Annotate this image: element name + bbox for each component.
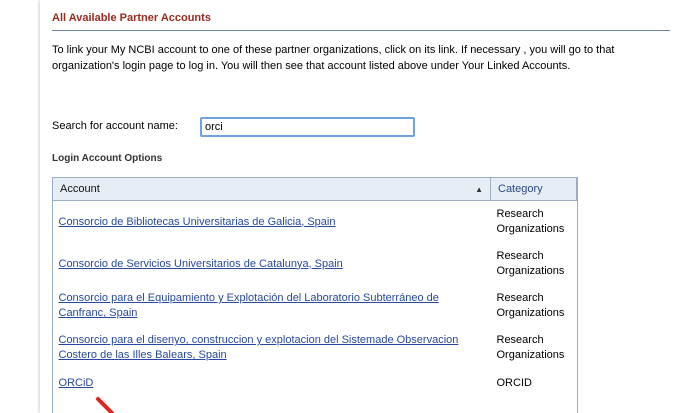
category-cell: Research Organizations — [496, 334, 565, 361]
table-row: ORCiD ORCID — [53, 369, 577, 397]
category-cell: Research Organizations — [496, 250, 565, 277]
accounts-table: Account ▲ Category Consorcio de Bibliote… — [52, 177, 577, 397]
table-header-row: Account ▲ Category — [52, 177, 577, 201]
partner-accounts-panel: All Available Partner Accounts To link y… — [40, 0, 682, 413]
table-row: Consorcio para el Equipamiento y Explota… — [53, 285, 577, 327]
sort-ascending-icon[interactable]: ▲ — [475, 185, 483, 194]
account-link[interactable]: Consorcio para el Equipamiento y Explota… — [59, 292, 439, 319]
column-header-category[interactable]: Category — [490, 177, 577, 201]
search-label: Search for account name: — [52, 120, 178, 132]
column-header-label: Account — [60, 183, 100, 195]
category-cell: Research Organizations — [496, 208, 565, 235]
section-title: All Available Partner Accounts — [52, 12, 211, 24]
account-link[interactable]: ORCiD — [59, 377, 94, 389]
category-cell: ORCID — [496, 376, 532, 389]
table-row: Consorcio de Bibliotecas Universitarias … — [53, 201, 577, 244]
table-row: Consorcio para el disenyo, construccion … — [53, 327, 577, 369]
account-link[interactable]: Consorcio de Bibliotecas Universitarias … — [59, 216, 336, 228]
search-input[interactable] — [200, 117, 415, 137]
category-cell: Research Organizations — [496, 292, 565, 319]
intro-text: To link your My NCBI account to one of t… — [52, 44, 615, 72]
title-divider — [52, 30, 670, 31]
column-header-account[interactable]: Account ▲ — [52, 177, 491, 201]
account-link[interactable]: Consorcio para el disenyo, construccion … — [59, 334, 459, 361]
table-row: Consorcio de Servicios Universitarios de… — [53, 243, 577, 285]
account-link[interactable]: Consorcio de Servicios Universitarios de… — [59, 258, 343, 270]
login-options-title: Login Account Options — [52, 153, 163, 164]
